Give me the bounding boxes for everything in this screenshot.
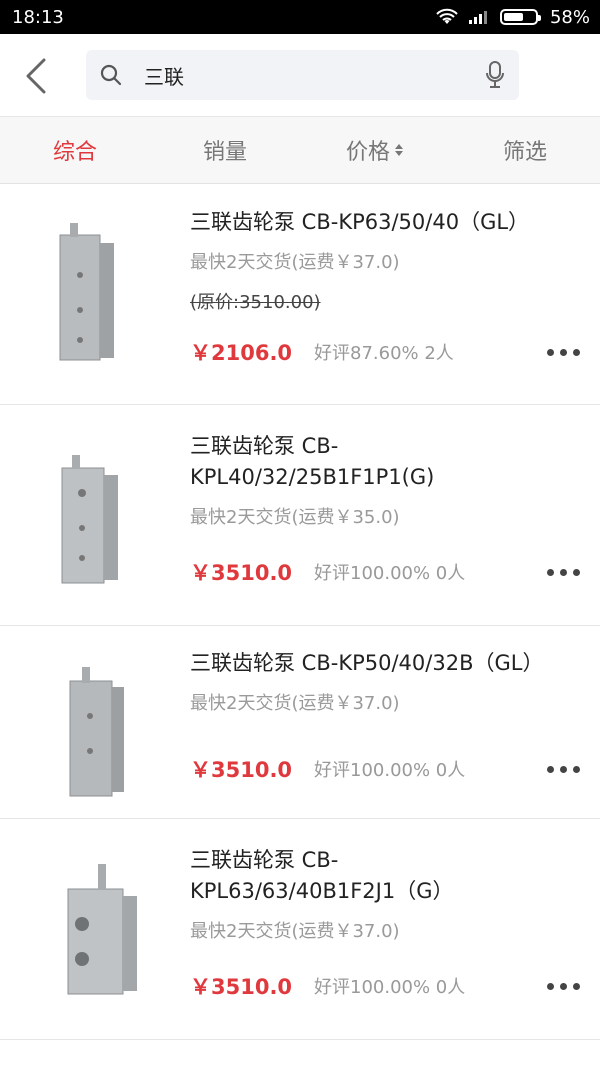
delivery-info: 最快2天交货(运费￥37.0): [190, 693, 400, 714]
sort-tabs: 综合 销量 价格 筛选: [0, 116, 600, 184]
product-title-line1: 三联齿轮泵 CB-: [190, 848, 339, 872]
product-price: ￥3510.0: [190, 561, 293, 585]
price-row: ￥3510.0 好评100.00% 0人: [190, 971, 580, 1001]
product-rating: 好评100.00% 0人: [314, 977, 466, 998]
product-image: [59, 223, 114, 361]
search-header: 三联: [0, 34, 600, 116]
tab-sales[interactable]: 销量: [150, 117, 300, 183]
clock: 18:13: [12, 6, 64, 28]
product-info: 三联齿轮泵 CB- KPL63/63/40B1F2J1（G） 最快2天交货(运费…: [190, 845, 580, 943]
delivery-info: 最快2天交货(运费￥37.0): [190, 252, 400, 273]
signal-icon: [468, 11, 487, 24]
original-price: (原价:3510.00): [190, 292, 321, 313]
product-title: 三联齿轮泵 CB-KP63/50/40（GL）: [190, 210, 530, 234]
microphone-icon[interactable]: [485, 61, 505, 89]
product-info: 三联齿轮泵 CB-KP50/40/32B（GL） 最快2天交货(运费￥37.0): [190, 648, 580, 715]
tab-label: 销量: [202, 140, 247, 165]
tab-label: 价格: [345, 140, 390, 165]
search-query: 三联: [144, 64, 184, 89]
status-bar: 18:13 58%: [0, 0, 600, 34]
product-image: [69, 667, 124, 797]
tab-label: 综合: [52, 140, 97, 165]
tab-comprehensive[interactable]: 综合: [0, 117, 150, 183]
product-price: ￥3510.0: [190, 758, 293, 782]
product-info: 三联齿轮泵 CB- KPL40/32/25B1F1P1(G) 最快2天交货(运费…: [190, 431, 580, 529]
product-price: ￥2106.0: [190, 341, 293, 365]
product-title-line2: KPL63/63/40B1F2J1（G）: [190, 879, 454, 903]
battery-icon: [499, 9, 541, 25]
product-price: ￥3510.0: [190, 975, 293, 999]
battery-level: 58%: [549, 6, 590, 28]
product-rating: 好评100.00% 0人: [314, 563, 466, 584]
product-item[interactable]: 三联齿轮泵 CB-KP50/40/32B（GL） 最快2天交货(运费￥37.0)…: [0, 626, 600, 819]
product-list: 三联齿轮泵 CB-KP63/50/40（GL） 最快2天交货(运费￥37.0) …: [0, 185, 600, 1040]
tab-label: 筛选: [502, 140, 547, 165]
product-title: 三联齿轮泵 CB-KP50/40/32B（GL）: [190, 651, 544, 675]
status-icons: 58%: [436, 7, 590, 28]
more-options-icon[interactable]: [547, 765, 580, 773]
product-image: [61, 455, 118, 584]
more-options-icon[interactable]: [547, 982, 580, 990]
back-button[interactable]: [18, 56, 54, 96]
sort-arrows-icon: [395, 144, 403, 156]
search-input[interactable]: 三联: [86, 50, 519, 100]
product-rating: 好评100.00% 0人: [314, 760, 466, 781]
more-options-icon[interactable]: [547, 348, 580, 356]
product-image: [67, 864, 137, 995]
price-row: ￥3510.0 好评100.00% 0人: [190, 557, 580, 587]
price-row: ￥3510.0 好评100.00% 0人: [190, 754, 580, 784]
product-item[interactable]: 三联齿轮泵 CB- KPL63/63/40B1F2J1（G） 最快2天交货(运费…: [0, 819, 600, 1040]
delivery-info: 最快2天交货(运费￥35.0): [190, 507, 400, 528]
wifi-icon: [436, 8, 458, 24]
more-options-icon[interactable]: [547, 568, 580, 576]
delivery-info: 最快2天交货(运费￥37.0): [190, 921, 400, 942]
price-row: ￥2106.0 好评87.60% 2人: [190, 337, 580, 367]
product-info: 三联齿轮泵 CB-KP63/50/40（GL） 最快2天交货(运费￥37.0) …: [190, 207, 580, 314]
product-item[interactable]: 三联齿轮泵 CB- KPL40/32/25B1F1P1(G) 最快2天交货(运费…: [0, 405, 600, 626]
search-icon: [100, 64, 122, 86]
product-title-line1: 三联齿轮泵 CB-: [190, 434, 339, 458]
chevron-left-icon: [26, 58, 46, 94]
tab-price[interactable]: 价格: [300, 117, 450, 183]
product-item[interactable]: 三联齿轮泵 CB-KP63/50/40（GL） 最快2天交货(运费￥37.0) …: [0, 185, 600, 405]
tab-filter[interactable]: 筛选: [450, 117, 600, 183]
product-rating: 好评87.60% 2人: [314, 343, 454, 364]
product-title-line2: KPL40/32/25B1F1P1(G): [190, 465, 435, 489]
